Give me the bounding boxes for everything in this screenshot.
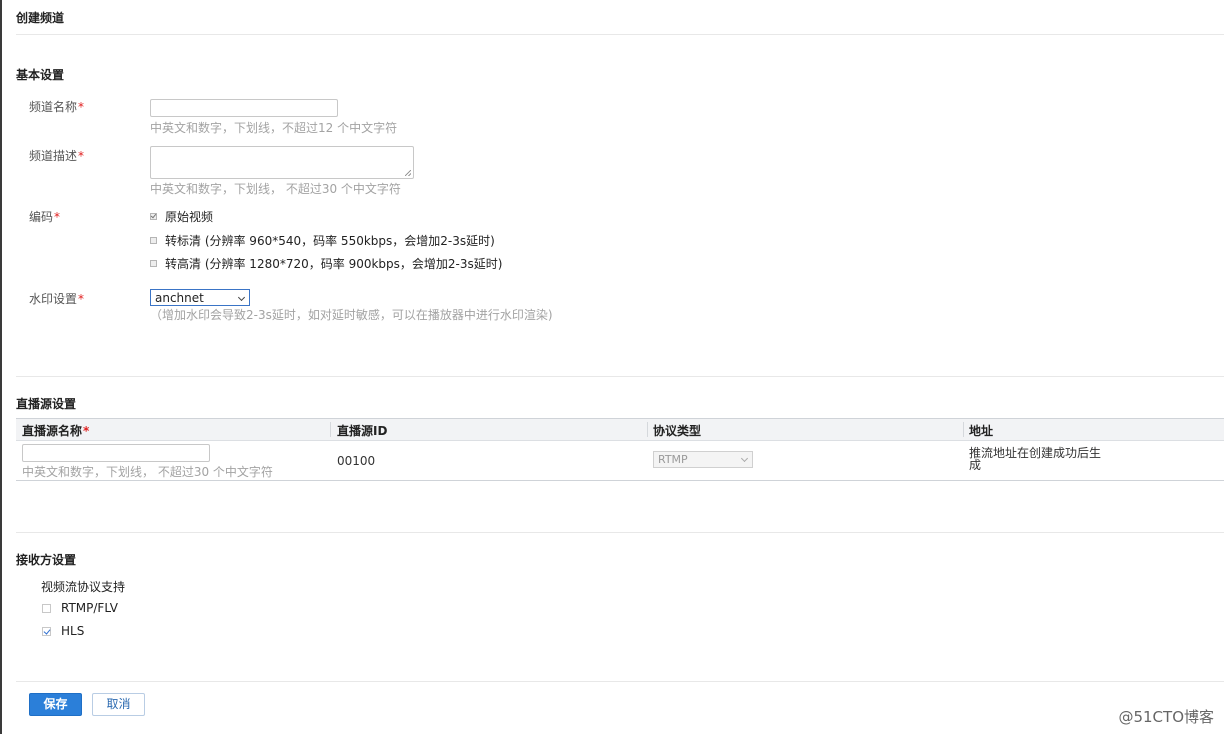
column-divider bbox=[330, 422, 331, 437]
column-header-name: 直播源名称* bbox=[22, 422, 89, 439]
encode-label-text: 编码 bbox=[29, 210, 54, 224]
section-title-receiver: 接收方设置 bbox=[16, 553, 77, 567]
channel-name-input[interactable] bbox=[150, 99, 338, 117]
chevron-down-icon bbox=[740, 454, 749, 463]
column-header-address: 地址 bbox=[969, 424, 994, 438]
column-header-name-text: 直播源名称 bbox=[22, 424, 83, 438]
column-header-protocol: 协议类型 bbox=[653, 424, 702, 438]
source-name-hint: 中英文和数字，下划线， 不超过30 个中文字符 bbox=[22, 465, 273, 479]
encode-option-original[interactable]: 原始视频 bbox=[150, 208, 213, 225]
watermark-label: 水印设置* bbox=[29, 290, 84, 307]
channel-name-hint: 中英文和数字，下划线，不超过12 个中文字符 bbox=[150, 121, 398, 135]
encode-option-label: 原始视频 bbox=[165, 210, 214, 224]
table-header: 直播源名称* 直播源ID 协议类型 地址 bbox=[16, 419, 1224, 441]
channel-desc-hint: 中英文和数字，下划线， 不超过30 个中文字符 bbox=[150, 182, 401, 196]
required-mark: * bbox=[78, 149, 85, 163]
source-id-value: 00100 bbox=[337, 454, 376, 468]
receiver-option-label: RTMP/FLV bbox=[61, 601, 118, 615]
checkbox-icon[interactable] bbox=[150, 237, 157, 244]
protocol-select: RTMP bbox=[653, 451, 753, 468]
checkbox-checked-icon[interactable] bbox=[42, 626, 51, 636]
divider bbox=[16, 376, 1224, 377]
encode-option-label: 转标清 (分辨率 960*540，码率 550kbps，会增加2-3s延时) bbox=[165, 234, 495, 248]
watermark-hint: （增加水印会导致2-3s延时，如对延时敏感，可以在播放器中进行水印渲染) bbox=[150, 308, 553, 322]
channel-name-label-text: 频道名称 bbox=[29, 100, 78, 114]
watermark-select-value: anchnet bbox=[155, 291, 204, 305]
address-line: 推流地址在创建成功后生 bbox=[969, 446, 1102, 460]
required-mark: * bbox=[83, 424, 90, 438]
divider bbox=[16, 681, 1224, 682]
channel-name-label: 频道名称* bbox=[29, 98, 84, 115]
protocol-select-value: RTMP bbox=[658, 453, 688, 466]
column-header-id: 直播源ID bbox=[337, 424, 388, 438]
site-watermark: @51CTO博客 bbox=[1118, 708, 1214, 726]
watermark-label-text: 水印设置 bbox=[29, 292, 78, 306]
address-value: 推流地址在创建成功后生 成 bbox=[969, 447, 1101, 471]
source-table: 直播源名称* 直播源ID 协议类型 地址 中英文和数字，下划线， 不超过30 个… bbox=[16, 418, 1224, 481]
required-mark: * bbox=[54, 210, 61, 224]
section-title-basic: 基本设置 bbox=[16, 68, 65, 82]
encode-option-hd[interactable]: 转高清 (分辨率 1280*720，码率 900kbps，会增加2-3s延时) bbox=[150, 255, 502, 272]
encode-option-sd[interactable]: 转标清 (分辨率 960*540，码率 550kbps，会增加2-3s延时) bbox=[150, 232, 495, 249]
watermark-select[interactable]: anchnet bbox=[150, 289, 250, 306]
resize-grip-icon[interactable] bbox=[405, 170, 411, 176]
window-left-border bbox=[0, 0, 2, 734]
save-button[interactable]: 保存 bbox=[29, 693, 82, 716]
receiver-option-label: HLS bbox=[61, 624, 85, 638]
required-mark: * bbox=[78, 100, 85, 114]
checkbox-icon[interactable] bbox=[42, 603, 51, 613]
chevron-down-icon bbox=[237, 293, 246, 302]
divider bbox=[16, 532, 1224, 533]
address-line: 成 bbox=[969, 458, 982, 472]
divider bbox=[16, 34, 1224, 35]
section-title-source: 直播源设置 bbox=[16, 397, 77, 411]
receiver-option-rtmp[interactable]: RTMP/FLV bbox=[42, 601, 118, 615]
encode-option-label: 转高清 (分辨率 1280*720，码率 900kbps，会增加2-3s延时) bbox=[165, 257, 503, 271]
page-title: 创建频道 bbox=[16, 11, 65, 25]
checkbox-checked-icon[interactable] bbox=[150, 213, 157, 220]
checkbox-icon[interactable] bbox=[150, 260, 157, 267]
cancel-button[interactable]: 取消 bbox=[92, 693, 145, 716]
column-divider bbox=[963, 422, 964, 437]
column-divider bbox=[647, 422, 648, 437]
channel-desc-label-text: 频道描述 bbox=[29, 149, 78, 163]
source-name-input[interactable] bbox=[22, 444, 210, 462]
stream-protocol-label: 视频流协议支持 bbox=[41, 580, 126, 594]
channel-desc-textarea[interactable] bbox=[150, 146, 414, 179]
required-mark: * bbox=[78, 292, 85, 306]
channel-desc-label: 频道描述* bbox=[29, 147, 84, 164]
encode-label: 编码* bbox=[29, 208, 60, 225]
receiver-option-hls[interactable]: HLS bbox=[42, 624, 84, 638]
